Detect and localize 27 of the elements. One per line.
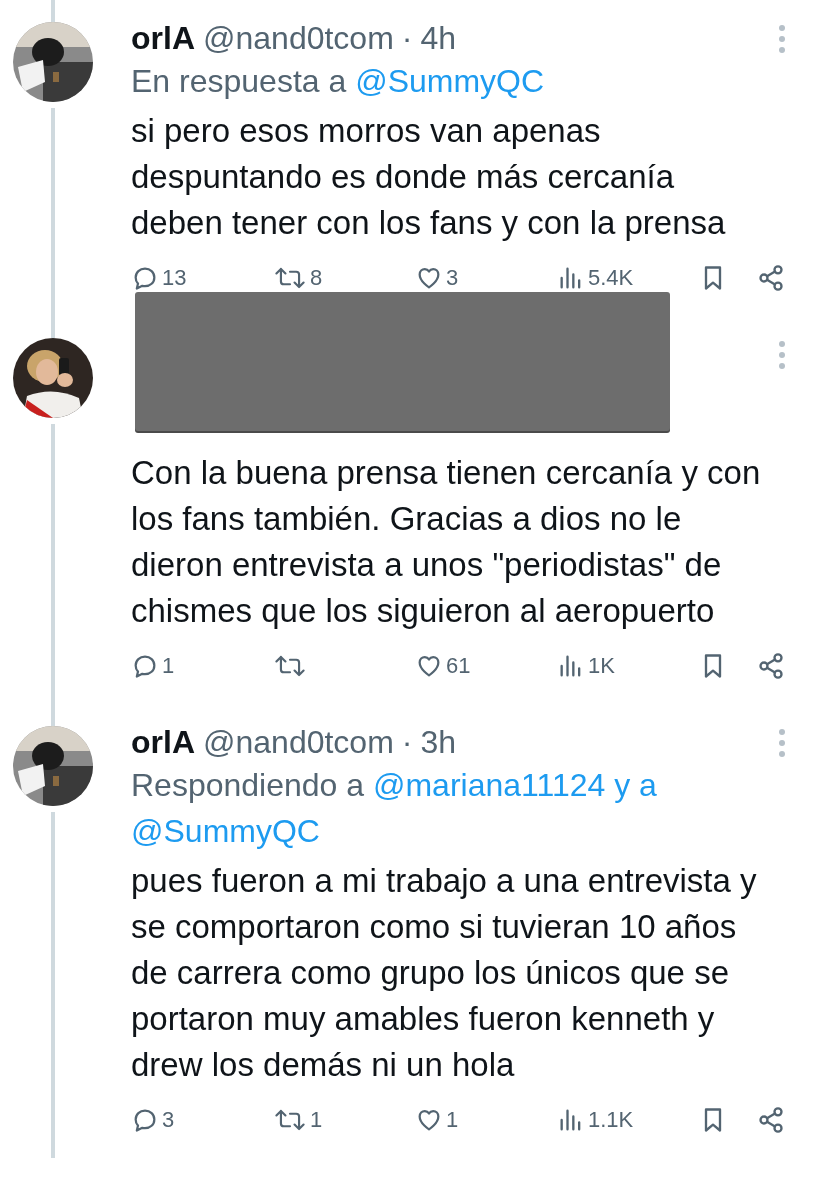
reply-count: 1 [162, 653, 175, 679]
post-time[interactable]: 3h [420, 724, 457, 760]
share-icon[interactable] [757, 1106, 785, 1134]
like-count: 1 [446, 1107, 459, 1133]
user-handle[interactable]: @nand0tcom [203, 724, 394, 760]
user-name[interactable]: orlA [131, 20, 195, 56]
view-count: 5.4K [588, 265, 634, 291]
reply-prefix: En respuesta a [131, 63, 347, 99]
like-count: 3 [446, 265, 459, 291]
repost-count: 8 [310, 265, 323, 291]
share-icon[interactable] [757, 264, 785, 292]
user-handle[interactable]: @nand0tcom [203, 20, 394, 56]
post-time[interactable]: 4h [420, 20, 457, 56]
dot-separator: · [401, 724, 413, 760]
repost-count: 1 [310, 1107, 323, 1133]
view-count: 1K [588, 653, 615, 679]
like-count: 61 [446, 653, 471, 679]
reply-count: 13 [162, 265, 187, 291]
view-count: 1.1K [588, 1107, 634, 1133]
user-name[interactable]: orlA [131, 724, 195, 760]
dot-separator: · [401, 20, 413, 56]
post-text: pues fueron a mi trabajo a una entrevista y se comportaron como si tuvieran 10 años de carrera como grupo los únicos que se portaron muy amables fueron kenneth y drew los demás ni un hola [131, 861, 758, 1085]
reply-count: 3 [162, 1107, 175, 1133]
share-icon[interactable] [757, 652, 785, 680]
post-text: si pero esos morros van apenas despuntando es donde más cercanía deben tener con los fans y con la prensa [131, 111, 727, 243]
post-text: Con la buena prensa tienen cercanía y con los fans también. Gracias a dios no le dieron entrevista a unos "periodistas" de chismes que los siguieron al aeropuerto [131, 453, 762, 631]
reply-prefix: Respondiendo a [131, 767, 365, 803]
